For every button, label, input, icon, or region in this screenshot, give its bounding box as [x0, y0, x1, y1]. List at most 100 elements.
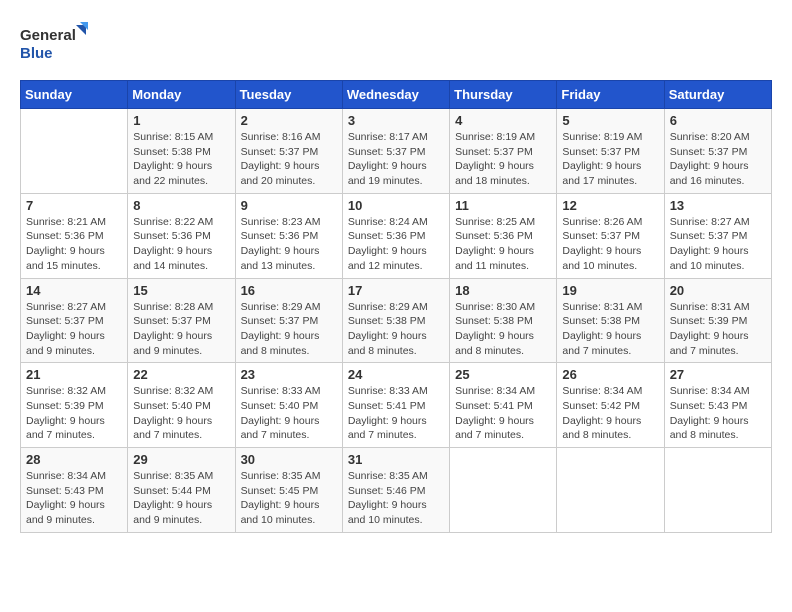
day-number: 19 [562, 283, 658, 298]
week-row-4: 21 Sunrise: 8:32 AM Sunset: 5:39 PM Dayli… [21, 363, 772, 448]
column-header-wednesday: Wednesday [342, 81, 449, 109]
day-info: Sunrise: 8:15 AM Sunset: 5:38 PM Dayligh… [133, 130, 229, 189]
day-number: 14 [26, 283, 122, 298]
day-number: 10 [348, 198, 444, 213]
day-number: 29 [133, 452, 229, 467]
day-number: 12 [562, 198, 658, 213]
day-number: 21 [26, 367, 122, 382]
svg-text:Blue: Blue [20, 45, 53, 62]
day-number: 28 [26, 452, 122, 467]
calendar-cell: 6 Sunrise: 8:20 AM Sunset: 5:37 PM Daylig… [664, 109, 771, 194]
day-info: Sunrise: 8:30 AM Sunset: 5:38 PM Dayligh… [455, 300, 551, 359]
day-info: Sunrise: 8:32 AM Sunset: 5:39 PM Dayligh… [26, 384, 122, 443]
calendar-cell: 7 Sunrise: 8:21 AM Sunset: 5:36 PM Daylig… [21, 193, 128, 278]
day-info: Sunrise: 8:17 AM Sunset: 5:37 PM Dayligh… [348, 130, 444, 189]
calendar-cell: 14 Sunrise: 8:27 AM Sunset: 5:37 PM Dayli… [21, 278, 128, 363]
day-number: 27 [670, 367, 766, 382]
calendar-cell: 30 Sunrise: 8:35 AM Sunset: 5:45 PM Dayli… [235, 448, 342, 533]
day-info: Sunrise: 8:27 AM Sunset: 5:37 PM Dayligh… [670, 215, 766, 274]
day-number: 5 [562, 113, 658, 128]
column-header-monday: Monday [128, 81, 235, 109]
day-info: Sunrise: 8:29 AM Sunset: 5:38 PM Dayligh… [348, 300, 444, 359]
day-number: 1 [133, 113, 229, 128]
day-info: Sunrise: 8:34 AM Sunset: 5:41 PM Dayligh… [455, 384, 551, 443]
day-info: Sunrise: 8:20 AM Sunset: 5:37 PM Dayligh… [670, 130, 766, 189]
day-number: 7 [26, 198, 122, 213]
week-row-5: 28 Sunrise: 8:34 AM Sunset: 5:43 PM Dayli… [21, 448, 772, 533]
day-number: 18 [455, 283, 551, 298]
calendar-cell: 10Sunrise: 8:24 AM Sunset: 5:36 PM Dayli… [342, 193, 449, 278]
calendar-cell: 4Sunrise: 8:19 AM Sunset: 5:37 PM Daylig… [450, 109, 557, 194]
calendar-cell: 2 Sunrise: 8:16 AM Sunset: 5:37 PM Daylig… [235, 109, 342, 194]
day-number: 3 [348, 113, 444, 128]
calendar-cell: 15 Sunrise: 8:28 AM Sunset: 5:37 PM Dayli… [128, 278, 235, 363]
day-info: Sunrise: 8:34 AM Sunset: 5:43 PM Dayligh… [670, 384, 766, 443]
logo: General Blue [20, 20, 90, 70]
day-number: 20 [670, 283, 766, 298]
column-header-thursday: Thursday [450, 81, 557, 109]
calendar-cell: 8 Sunrise: 8:22 AM Sunset: 5:36 PM Daylig… [128, 193, 235, 278]
calendar-cell: 31Sunrise: 8:35 AM Sunset: 5:46 PM Dayli… [342, 448, 449, 533]
calendar-cell: 22 Sunrise: 8:32 AM Sunset: 5:40 PM Dayli… [128, 363, 235, 448]
week-row-3: 14 Sunrise: 8:27 AM Sunset: 5:37 PM Dayli… [21, 278, 772, 363]
day-number: 17 [348, 283, 444, 298]
day-number: 16 [241, 283, 337, 298]
calendar-cell: 12Sunrise: 8:26 AM Sunset: 5:37 PM Dayli… [557, 193, 664, 278]
column-header-saturday: Saturday [664, 81, 771, 109]
day-info: Sunrise: 8:34 AM Sunset: 5:43 PM Dayligh… [26, 469, 122, 528]
calendar-cell: 27 Sunrise: 8:34 AM Sunset: 5:43 PM Dayli… [664, 363, 771, 448]
week-row-2: 7 Sunrise: 8:21 AM Sunset: 5:36 PM Daylig… [21, 193, 772, 278]
day-info: Sunrise: 8:22 AM Sunset: 5:36 PM Dayligh… [133, 215, 229, 274]
calendar-cell: 19 Sunrise: 8:31 AM Sunset: 5:38 PM Dayli… [557, 278, 664, 363]
day-number: 24 [348, 367, 444, 382]
day-info: Sunrise: 8:35 AM Sunset: 5:45 PM Dayligh… [241, 469, 337, 528]
day-info: Sunrise: 8:31 AM Sunset: 5:38 PM Dayligh… [562, 300, 658, 359]
day-info: Sunrise: 8:32 AM Sunset: 5:40 PM Dayligh… [133, 384, 229, 443]
calendar-cell [450, 448, 557, 533]
header-row: SundayMondayTuesdayWednesdayThursdayFrid… [21, 81, 772, 109]
day-number: 9 [241, 198, 337, 213]
day-number: 2 [241, 113, 337, 128]
calendar-cell: 29 Sunrise: 8:35 AM Sunset: 5:44 PM Dayli… [128, 448, 235, 533]
calendar-cell: 25 Sunrise: 8:34 AM Sunset: 5:41 PM Dayli… [450, 363, 557, 448]
day-info: Sunrise: 8:19 AM Sunset: 5:37 PM Dayligh… [455, 130, 551, 189]
svg-text:General: General [20, 27, 76, 44]
calendar-cell: 5Sunrise: 8:19 AM Sunset: 5:37 PM Daylig… [557, 109, 664, 194]
day-info: Sunrise: 8:35 AM Sunset: 5:46 PM Dayligh… [348, 469, 444, 528]
day-number: 15 [133, 283, 229, 298]
day-number: 23 [241, 367, 337, 382]
calendar-cell: 23Sunrise: 8:33 AM Sunset: 5:40 PM Dayli… [235, 363, 342, 448]
calendar-cell [557, 448, 664, 533]
day-number: 25 [455, 367, 551, 382]
calendar-cell [664, 448, 771, 533]
day-number: 13 [670, 198, 766, 213]
day-number: 22 [133, 367, 229, 382]
calendar-table: SundayMondayTuesdayWednesdayThursdayFrid… [20, 80, 772, 533]
day-info: Sunrise: 8:16 AM Sunset: 5:37 PM Dayligh… [241, 130, 337, 189]
day-info: Sunrise: 8:34 AM Sunset: 5:42 PM Dayligh… [562, 384, 658, 443]
calendar-cell: 20 Sunrise: 8:31 AM Sunset: 5:39 PM Dayli… [664, 278, 771, 363]
day-info: Sunrise: 8:29 AM Sunset: 5:37 PM Dayligh… [241, 300, 337, 359]
calendar-cell: 24 Sunrise: 8:33 AM Sunset: 5:41 PM Dayli… [342, 363, 449, 448]
calendar-cell: 9Sunrise: 8:23 AM Sunset: 5:36 PM Daylig… [235, 193, 342, 278]
week-row-1: 1 Sunrise: 8:15 AM Sunset: 5:38 PM Daylig… [21, 109, 772, 194]
column-header-sunday: Sunday [21, 81, 128, 109]
day-number: 8 [133, 198, 229, 213]
calendar-cell: 28 Sunrise: 8:34 AM Sunset: 5:43 PM Dayli… [21, 448, 128, 533]
day-info: Sunrise: 8:35 AM Sunset: 5:44 PM Dayligh… [133, 469, 229, 528]
calendar-cell: 17 Sunrise: 8:29 AM Sunset: 5:38 PM Dayli… [342, 278, 449, 363]
day-info: Sunrise: 8:33 AM Sunset: 5:41 PM Dayligh… [348, 384, 444, 443]
day-number: 30 [241, 452, 337, 467]
day-info: Sunrise: 8:27 AM Sunset: 5:37 PM Dayligh… [26, 300, 122, 359]
day-info: Sunrise: 8:28 AM Sunset: 5:37 PM Dayligh… [133, 300, 229, 359]
logo-svg: General Blue [20, 20, 90, 70]
day-number: 11 [455, 198, 551, 213]
day-info: Sunrise: 8:21 AM Sunset: 5:36 PM Dayligh… [26, 215, 122, 274]
day-info: Sunrise: 8:31 AM Sunset: 5:39 PM Dayligh… [670, 300, 766, 359]
calendar-cell: 21 Sunrise: 8:32 AM Sunset: 5:39 PM Dayli… [21, 363, 128, 448]
calendar-cell: 16 Sunrise: 8:29 AM Sunset: 5:37 PM Dayli… [235, 278, 342, 363]
column-header-tuesday: Tuesday [235, 81, 342, 109]
column-header-friday: Friday [557, 81, 664, 109]
calendar-cell [21, 109, 128, 194]
day-number: 6 [670, 113, 766, 128]
